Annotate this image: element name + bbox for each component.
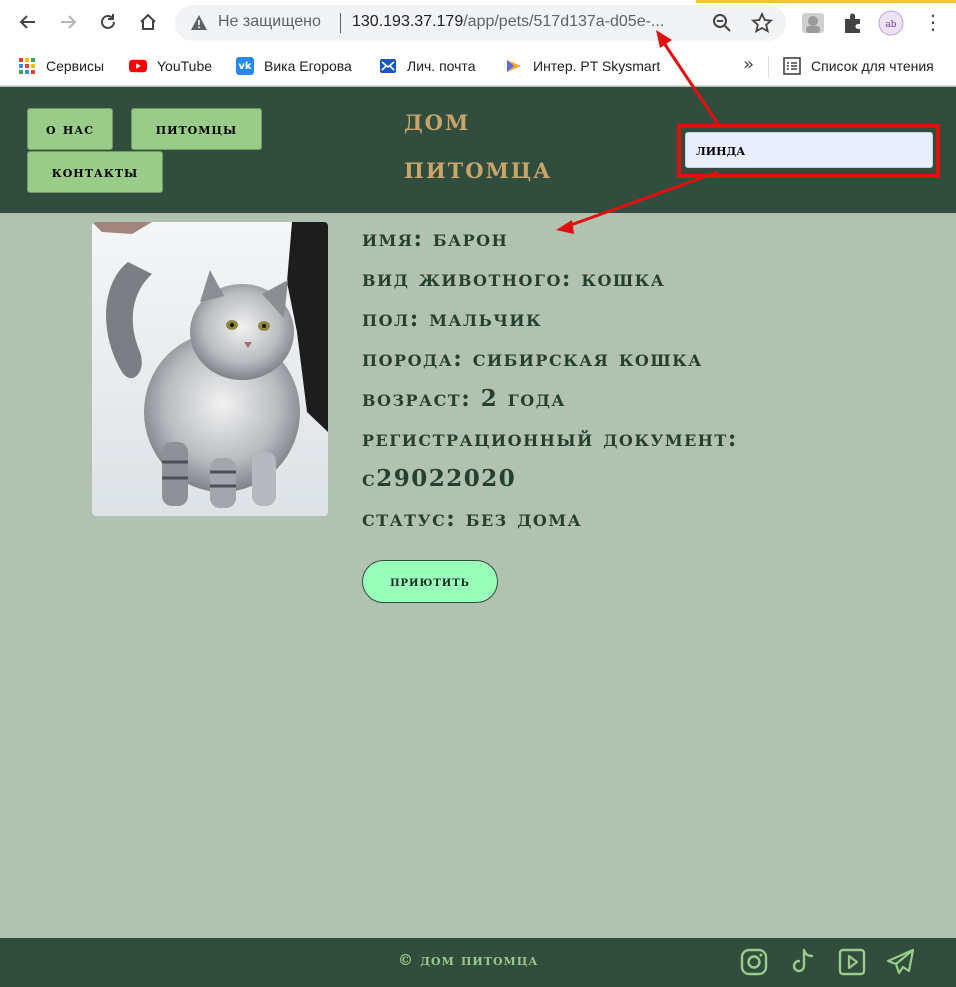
svg-text:ab: ab (885, 20, 896, 30)
mail-icon (379, 57, 397, 75)
bookmark-label: Сервисы (46, 58, 105, 74)
bookmark-star-icon[interactable] (751, 12, 773, 34)
adopt-button[interactable]: приютить (362, 560, 498, 603)
reload-button[interactable] (94, 8, 122, 36)
warning-icon (191, 15, 207, 30)
zoom-icon[interactable] (712, 13, 732, 33)
site-title-line2: питомца (404, 151, 553, 186)
bookmark-vk[interactable]: vk Вика Егорова (236, 55, 352, 77)
youtube-icon (129, 57, 147, 75)
reading-list-icon (783, 57, 801, 75)
url-path: /app/pets/517d137a-d05e-... (463, 13, 665, 30)
search-input[interactable] (685, 132, 933, 168)
tiktok-icon[interactable] (787, 946, 819, 978)
bookmark-label: Лич. почта (407, 58, 476, 74)
bookmark-label: YouTube (157, 58, 213, 74)
bookmark-skysmart[interactable]: Интер. PT Skysmart (505, 55, 660, 77)
cat-illustration (92, 222, 328, 516)
apps-grid-icon (18, 57, 36, 75)
bookmarks-bar: Сервисы YouTube vk Вика Егорова Лич. поч… (0, 46, 956, 86)
nav-contacts-button[interactable]: контакты (27, 151, 163, 193)
user-avatar-icon[interactable]: ab (878, 10, 904, 36)
bookmark-youtube[interactable]: YouTube (129, 55, 212, 77)
home-button[interactable] (134, 8, 162, 36)
nav-about-button[interactable]: о нас (27, 108, 113, 150)
arrow-right-icon (61, 15, 77, 29)
browser-toolbar: Не защищено 130.193.37.179/app/pets/517d… (0, 0, 956, 46)
back-button[interactable] (14, 8, 42, 36)
site-title: дом питомца (404, 97, 552, 193)
telegram-icon[interactable] (885, 946, 917, 978)
pet-age: возраст: 2 года (362, 385, 566, 412)
reload-icon (101, 14, 115, 29)
bookmark-label: Интер. PT Skysmart (533, 58, 661, 74)
site-footer: © дом питомца (0, 938, 956, 987)
annotation-arrowhead (556, 220, 574, 234)
address-bar[interactable]: Не защищено 130.193.37.179/app/pets/517d… (175, 5, 786, 41)
instagram-icon[interactable] (738, 946, 770, 978)
reading-list-label: Список для чтения (811, 58, 934, 74)
youtube-play-icon[interactable] (836, 946, 868, 978)
reading-list-button[interactable]: Список для чтения (783, 55, 934, 77)
pet-status: статус: без дома (362, 505, 583, 532)
pet-document-value: C29022020 (362, 465, 517, 492)
bookmarks-divider (768, 56, 769, 78)
bookmark-mail[interactable]: Лич. почта (379, 55, 475, 77)
security-label: Не защищено (218, 13, 321, 30)
arrow-left-icon (19, 15, 35, 29)
pet-name: имя: Барон (362, 225, 509, 252)
more-bookmarks-button[interactable]: » (743, 54, 754, 75)
omnibox-divider (340, 13, 341, 33)
url-host: 130.193.37.179 (352, 13, 464, 30)
site-title-line1: дом (404, 103, 471, 138)
nav-pets-button[interactable]: питомцы (131, 108, 262, 150)
url-text: 130.193.37.179/app/pets/517d137a-d05e-..… (352, 13, 692, 31)
forward-button[interactable] (54, 8, 82, 36)
pet-document-label: регистрационный документ: (362, 425, 738, 452)
vk-icon: vk (236, 57, 254, 75)
skysmart-icon (505, 57, 523, 75)
home-icon (140, 13, 156, 30)
pet-breed: порода: сибирская кошка (362, 345, 703, 372)
pet-photo (92, 222, 328, 516)
copyright-text: © дом питомца (398, 951, 539, 969)
bookmark-label: Вика Егорова (264, 58, 352, 74)
bookmark-services[interactable]: Сервисы (18, 55, 104, 77)
pet-type: вид животного: кошка (362, 265, 666, 292)
browser-menu-icon[interactable]: ⋮ (920, 10, 946, 36)
pet-gender: пол: мальчик (362, 305, 543, 332)
profile-extension-icon[interactable] (800, 10, 826, 36)
extensions-puzzle-icon[interactable] (840, 10, 866, 36)
